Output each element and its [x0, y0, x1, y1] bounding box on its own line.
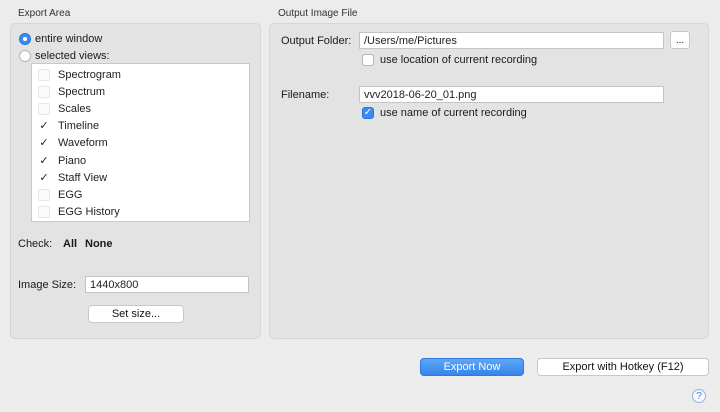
- checkbox-unchecked-icon[interactable]: [38, 206, 50, 219]
- checkmark-icon[interactable]: ✓: [38, 120, 50, 132]
- entire-window-label: entire window: [35, 32, 103, 45]
- export-now-button[interactable]: Export Now: [420, 358, 524, 376]
- use-location-checkbox[interactable]: use location of current recording: [362, 54, 537, 66]
- filename-label: Filename:: [281, 89, 330, 101]
- view-item[interactable]: ✓ Timeline: [32, 118, 249, 135]
- view-item[interactable]: Spectrogram: [32, 66, 249, 83]
- view-item-label: Scales: [58, 102, 92, 115]
- selected-views-label: selected views:: [35, 49, 110, 62]
- view-item-label: Spectrogram: [58, 68, 121, 81]
- view-item-label: EGG History: [58, 206, 120, 219]
- output-file-title: Output Image File: [278, 8, 358, 19]
- use-name-label: use name of current recording: [380, 107, 527, 119]
- checkbox-unchecked-icon[interactable]: [38, 85, 50, 98]
- browse-folder-button[interactable]: ...: [670, 31, 690, 49]
- view-item-label: Piano: [58, 154, 87, 167]
- output-folder-label: Output Folder:: [281, 35, 352, 47]
- view-item-label: Waveform: [58, 137, 108, 150]
- view-item[interactable]: EGG History: [32, 204, 249, 221]
- check-none-link[interactable]: None: [85, 238, 113, 250]
- view-item[interactable]: ✓ Waveform: [32, 135, 249, 152]
- use-location-label: use location of current recording: [380, 54, 538, 66]
- view-item[interactable]: Spectrum: [32, 83, 249, 100]
- radio-unselected-icon: [19, 49, 31, 62]
- check-all-link[interactable]: All: [63, 238, 77, 250]
- view-item[interactable]: Scales: [32, 100, 249, 117]
- radio-selected-icon: [19, 32, 31, 45]
- checkbox-checked-icon: ✓: [362, 107, 374, 119]
- set-size-button[interactable]: Set size...: [88, 305, 184, 323]
- checkbox-unchecked-icon: [362, 54, 374, 66]
- check-label: Check:: [18, 238, 53, 250]
- checkmark-icon[interactable]: ✓: [38, 155, 50, 167]
- selected-views-radio[interactable]: selected views:: [19, 48, 110, 63]
- export-area-title: Export Area: [18, 8, 71, 19]
- checkmark-icon[interactable]: ✓: [38, 137, 50, 149]
- image-size-label: Image Size:: [18, 279, 77, 291]
- help-icon[interactable]: ?: [692, 389, 706, 403]
- checkbox-unchecked-icon[interactable]: [38, 68, 50, 81]
- view-item-label: EGG: [58, 188, 83, 201]
- export-hotkey-button[interactable]: Export with Hotkey (F12): [537, 358, 709, 376]
- view-item[interactable]: ✓ Staff View: [32, 169, 249, 186]
- checkbox-unchecked-icon[interactable]: [38, 102, 50, 115]
- output-file-panel: [269, 23, 709, 339]
- view-item-label: Staff View: [58, 171, 108, 184]
- views-list[interactable]: Spectrogram Spectrum Scales ✓ Timeline ✓ Wavef…: [31, 63, 250, 222]
- filename-input[interactable]: [359, 86, 664, 103]
- output-folder-input[interactable]: [359, 32, 664, 49]
- view-item-label: Spectrum: [58, 85, 106, 98]
- view-item-label: Timeline: [58, 120, 100, 133]
- entire-window-radio[interactable]: entire window: [19, 31, 102, 46]
- view-item[interactable]: EGG: [32, 186, 249, 203]
- use-name-checkbox[interactable]: ✓ use name of current recording: [362, 107, 527, 119]
- image-size-input[interactable]: [85, 276, 249, 293]
- view-item[interactable]: ✓ Piano: [32, 152, 249, 169]
- checkmark-icon[interactable]: ✓: [38, 172, 50, 184]
- checkbox-unchecked-icon[interactable]: [38, 188, 50, 201]
